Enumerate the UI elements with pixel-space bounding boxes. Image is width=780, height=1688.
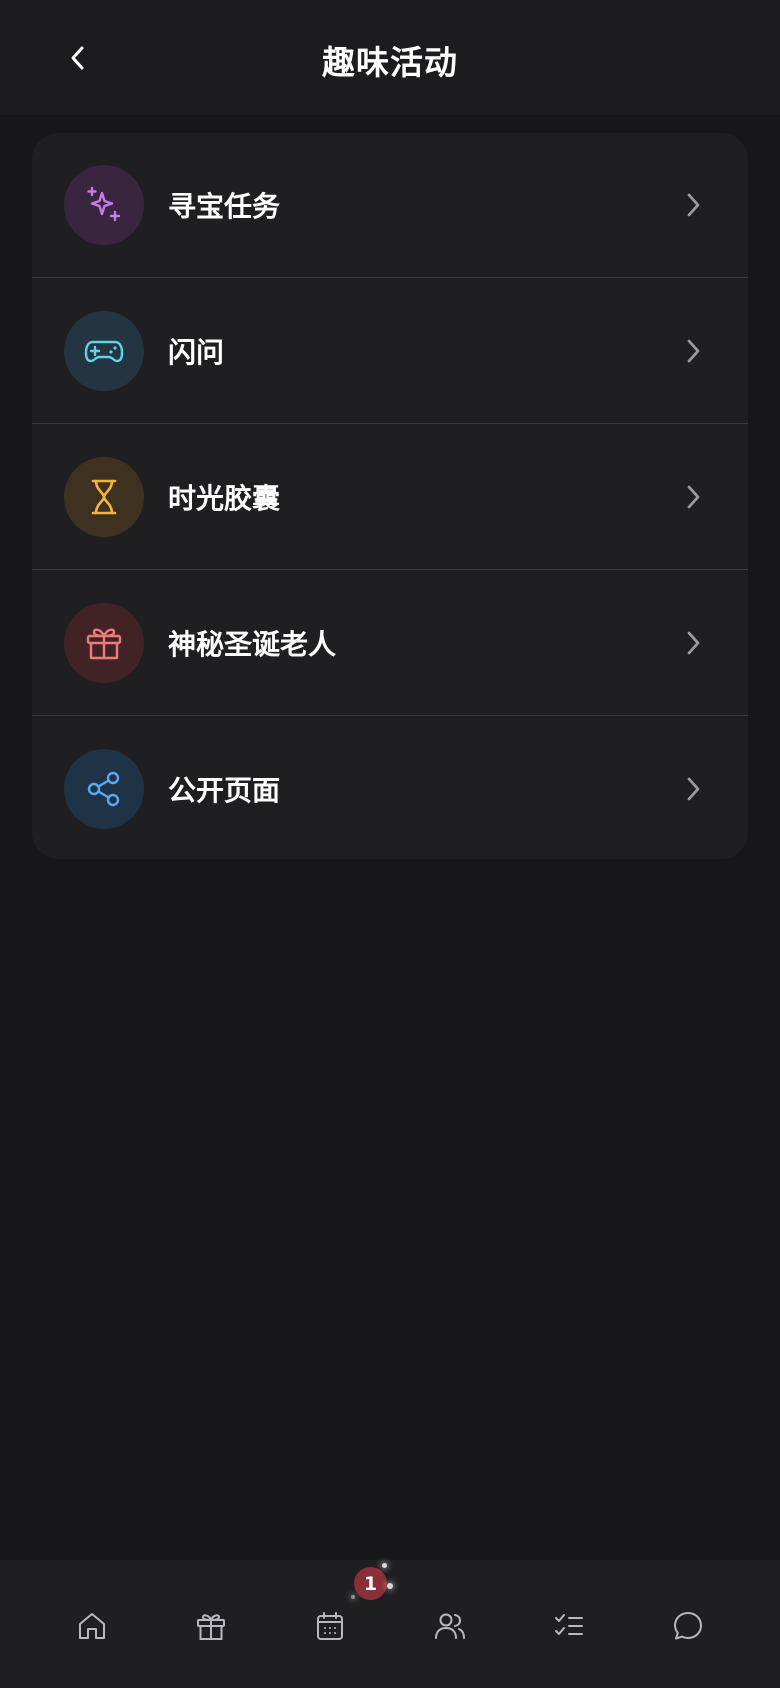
list-item-label: 闪问: [168, 335, 225, 369]
list-item-time-capsule[interactable]: 时光胶囊: [32, 423, 748, 569]
tab-home[interactable]: [72, 1606, 112, 1646]
chevron-right-icon: [682, 627, 706, 659]
tab-tasks[interactable]: [549, 1606, 589, 1646]
chat-bubble-icon: [674, 1612, 702, 1640]
hourglass-icon: [91, 479, 117, 514]
list-item-public-page[interactable]: 公开页面: [32, 715, 748, 859]
tab-friends[interactable]: [430, 1606, 470, 1646]
icon-badge: [64, 748, 144, 829]
calendar-icon: [317, 1612, 343, 1640]
list-item-treasure-hunt[interactable]: 寻宝任务: [32, 133, 748, 277]
activity-list: 寻宝任务 闪问 时光胶囊 神秘圣诞老人 公开页面: [32, 133, 748, 859]
gift-icon: [197, 1614, 225, 1640]
list-item-secret-santa[interactable]: 神秘圣诞老人: [32, 569, 748, 715]
page-title: 趣味活动: [322, 43, 458, 82]
sparkles-icon: [87, 186, 121, 222]
chevron-right-icon: [682, 189, 706, 221]
tab-messages[interactable]: [668, 1606, 708, 1646]
list-item-label: 寻宝任务: [168, 190, 281, 223]
tab-gifts[interactable]: [191, 1606, 231, 1646]
home-icon: [79, 1613, 105, 1639]
list-item-label: 时光胶囊: [168, 481, 281, 515]
top-bar: 趣味活动: [0, 0, 780, 115]
list-item-label: 公开页面: [168, 773, 281, 807]
icon-badge: [64, 602, 144, 683]
users-icon: [435, 1613, 465, 1639]
chevron-right-icon: [682, 773, 706, 805]
icon-badge: [64, 310, 144, 391]
bottom-tab-bar: [0, 1560, 780, 1688]
notification-badge: 1: [354, 1567, 387, 1600]
share-icon: [87, 771, 120, 806]
chevron-right-icon: [682, 335, 706, 367]
icon-badge: [64, 456, 144, 537]
gamepad-icon: [84, 340, 124, 362]
icon-badge: [64, 165, 144, 245]
sparkle-decoration: [387, 1583, 393, 1589]
checklist-icon: [555, 1614, 583, 1635]
list-item-label: 神秘圣诞老人: [168, 627, 337, 661]
gift-icon: [86, 627, 122, 659]
sparkle-decoration: [382, 1563, 387, 1568]
list-item-flash-question[interactable]: 闪问: [32, 277, 748, 423]
chevron-right-icon: [682, 481, 706, 513]
sparkle-decoration: [351, 1595, 355, 1599]
tab-calendar[interactable]: [310, 1606, 350, 1646]
